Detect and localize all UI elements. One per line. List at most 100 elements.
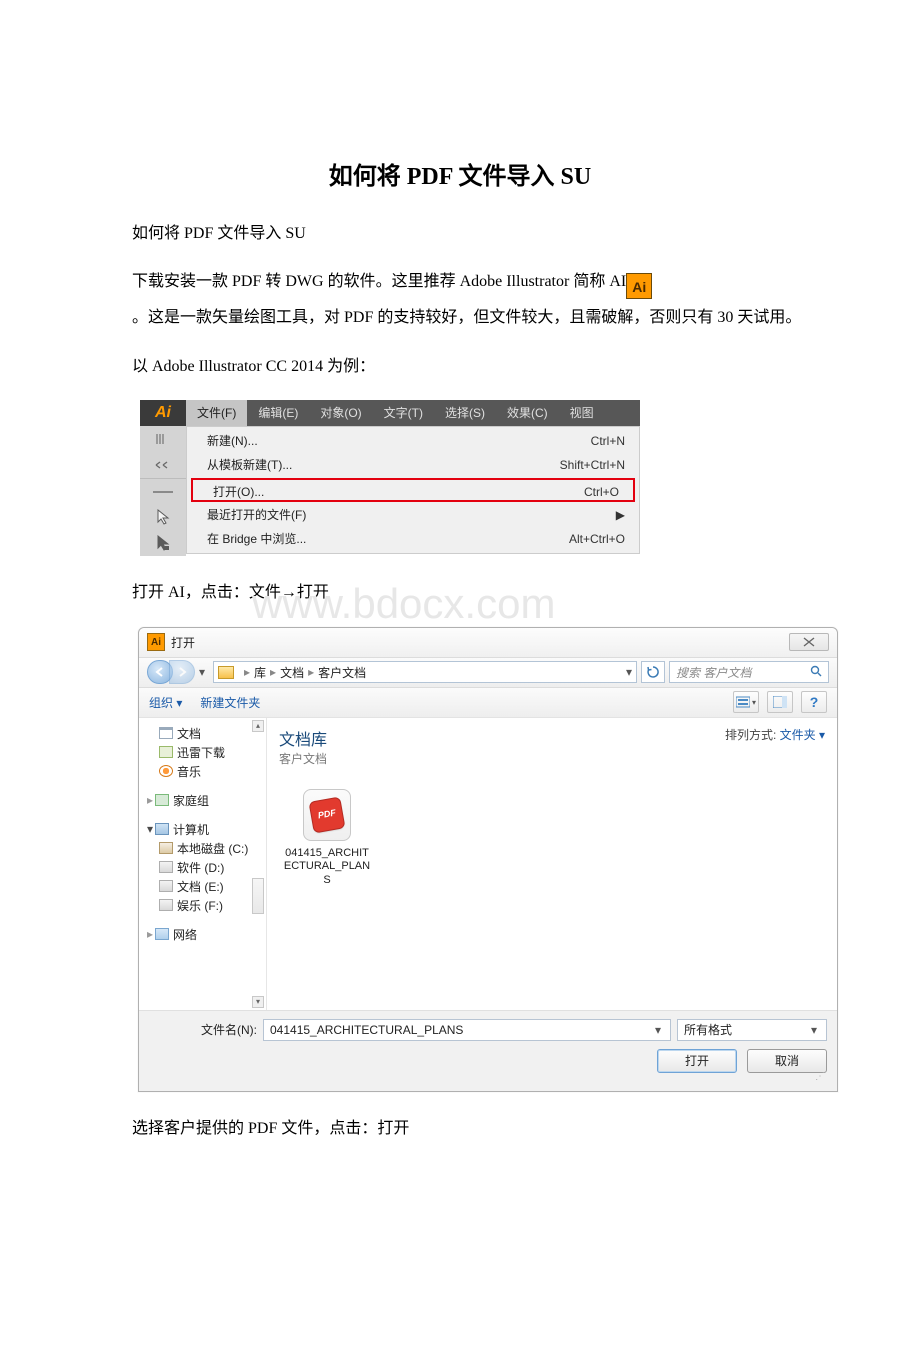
menu-item-new[interactable]: 新建(N)... Ctrl+N: [187, 429, 639, 453]
history-dropdown[interactable]: ▾: [195, 665, 209, 679]
file-name-line: 041415_ARCHIT: [279, 847, 375, 861]
chevron-down-icon: ▾: [752, 698, 756, 707]
menu-item-label: 新建(N)...: [207, 429, 258, 453]
shortcut: Alt+Ctrl+O: [569, 527, 625, 551]
search-input[interactable]: 搜索 客户文档: [669, 661, 829, 683]
close-button[interactable]: [789, 633, 829, 651]
text-run: 下载安装一款 PDF 转 DWG 的软件。这里推荐 Adobe Illustra…: [132, 273, 626, 290]
panel-grip-icon: [140, 426, 186, 452]
help-button[interactable]: ?: [801, 691, 827, 713]
network-icon: [155, 928, 169, 940]
tree-item-music[interactable]: 音乐: [143, 762, 262, 781]
breadcrumb[interactable]: ▸ 库 ▸ 文档 ▸ 客户文档 ▾: [213, 661, 637, 683]
tree-item-documents[interactable]: 文档: [143, 724, 262, 743]
chevron-down-icon: ▾: [147, 822, 153, 836]
library-title: 文档库: [279, 726, 327, 750]
file-item-pdf[interactable]: PDF 041415_ARCHIT ECTURAL_PLAN S: [279, 789, 375, 888]
view-icon: [736, 696, 750, 708]
arrange-value[interactable]: 文件夹 ▾: [780, 728, 825, 742]
menu-select[interactable]: 选择(S): [434, 400, 496, 426]
chevron-down-icon[interactable]: ▾: [626, 665, 632, 679]
tree-item-drive-c[interactable]: 本地磁盘 (C:): [143, 839, 262, 858]
cancel-button[interactable]: 取消: [747, 1049, 827, 1073]
forward-button[interactable]: [169, 660, 195, 684]
scroll-up-icon[interactable]: ▴: [252, 720, 264, 732]
divider: [140, 478, 186, 504]
watermark: www.bdocx.com: [220, 564, 555, 644]
button-label: 取消: [775, 1054, 799, 1068]
menu-item-label: 从模板新建(T)...: [207, 453, 292, 477]
menu-view[interactable]: 视图: [559, 400, 605, 426]
close-icon: [803, 637, 815, 647]
resize-grip-icon[interactable]: ⋰: [149, 1073, 827, 1081]
menu-item-new-template[interactable]: 从模板新建(T)... Shift+Ctrl+N: [187, 453, 639, 477]
paragraph: 选择客户提供的 PDF 文件，点击：打开: [100, 1114, 820, 1144]
crumb-part[interactable]: 库: [254, 664, 266, 681]
tree-item-computer[interactable]: ▾计算机: [143, 820, 262, 839]
library-header: 文档库 客户文档 排列方式: 文件夹 ▾: [279, 726, 825, 767]
menu-type[interactable]: 文字(T): [373, 400, 434, 426]
illustrator-menu-screenshot: Ai 文件(F) 编辑(E) 对象(O) 文字(T) 选择(S) 效果(C) 视…: [140, 400, 640, 556]
paragraph: 。这是一款矢量绘图工具，对 PDF 的支持较好，但文件较大，且需破解，否则只有 …: [100, 303, 820, 333]
paragraph: 打开 AI，点击：文件→打开 www.bdocx.com: [100, 578, 820, 608]
selection-tool-icon[interactable]: [140, 504, 186, 530]
view-mode-button[interactable]: ▾: [733, 691, 759, 713]
file-list-pane[interactable]: 文档库 客户文档 排列方式: 文件夹 ▾ PDF 041415_ARCHIT E…: [267, 718, 837, 1010]
crumb-part[interactable]: 文档: [280, 664, 304, 681]
drive-icon: [159, 899, 173, 911]
pdf-thumbnail: PDF: [303, 789, 351, 841]
filetype-combo[interactable]: 所有格式 ▾: [677, 1019, 827, 1041]
submenu-arrow-icon: ▶: [616, 503, 625, 527]
new-folder-button[interactable]: 新建文件夹: [200, 694, 260, 711]
tree-item-drive-e[interactable]: 文档 (E:): [143, 877, 262, 896]
menu-item-label: 打开(O)...: [213, 480, 264, 500]
tree-item-drive-d[interactable]: 软件 (D:): [143, 858, 262, 877]
chevron-right-icon: ▸: [147, 927, 153, 941]
filetype-value: 所有格式: [684, 1021, 732, 1038]
filename-combo[interactable]: 041415_ARCHITECTURAL_PLANS ▾: [263, 1019, 671, 1041]
paragraph: 下载安装一款 PDF 转 DWG 的软件。这里推荐 Adobe Illustra…: [100, 267, 820, 299]
navigation-pane[interactable]: ▴ ▾ 文档 迅雷下载 音乐 ▸家庭组 ▾计算机 本地磁盘 (C:) 软件 (D…: [139, 718, 267, 1010]
scroll-down-icon[interactable]: ▾: [252, 996, 264, 1008]
chevron-right-icon: ▸: [270, 665, 276, 679]
menu-item-recent[interactable]: 最近打开的文件(F) ▶: [187, 503, 639, 527]
download-icon: [159, 746, 173, 758]
scrollbar-thumb[interactable]: [252, 878, 264, 914]
chevron-down-icon[interactable]: ▾: [650, 1023, 666, 1037]
organize-menu[interactable]: 组织 ▾: [149, 694, 182, 711]
filename-value: 041415_ARCHITECTURAL_PLANS: [270, 1023, 463, 1037]
chevron-down-icon[interactable]: ▾: [806, 1023, 822, 1037]
menu-file[interactable]: 文件(F): [186, 400, 247, 426]
dialog-toolbar: 组织 ▾ 新建文件夹 ▾ ?: [139, 688, 837, 718]
computer-icon: [155, 823, 169, 835]
tree-item-xunlei[interactable]: 迅雷下载: [143, 743, 262, 762]
tree-item-network[interactable]: ▸ 网络: [143, 925, 262, 944]
paragraph: 如何将 PDF 文件导入 SU: [100, 219, 820, 249]
app-logo: Ai: [140, 400, 186, 426]
shortcut: Ctrl+N: [591, 429, 625, 453]
tree-label: 网络: [173, 926, 197, 943]
menu-edit[interactable]: 编辑(E): [247, 400, 309, 426]
shortcut: Shift+Ctrl+N: [560, 453, 625, 477]
menu-item-label: 在 Bridge 中浏览...: [207, 527, 306, 551]
file-name-line: S: [279, 874, 375, 888]
refresh-button[interactable]: [641, 661, 665, 683]
menu-effect[interactable]: 效果(C): [496, 400, 559, 426]
tree-label: 文档 (E:): [177, 878, 224, 895]
pane-icon: [773, 696, 787, 708]
direct-selection-tool-icon[interactable]: [140, 530, 186, 556]
menu-item-bridge[interactable]: 在 Bridge 中浏览... Alt+Ctrl+O: [187, 527, 639, 551]
illustrator-icon: Ai: [147, 633, 165, 651]
menu-object[interactable]: 对象(O): [309, 400, 372, 426]
dialog-footer: 文件名(N): 041415_ARCHITECTURAL_PLANS ▾ 所有格…: [139, 1010, 837, 1091]
arrange-by[interactable]: 排列方式: 文件夹 ▾: [725, 726, 825, 743]
menu-item-open[interactable]: 打开(O)... Ctrl+O: [191, 478, 635, 502]
expand-icon[interactable]: [140, 452, 186, 478]
toolbox: [140, 426, 186, 556]
crumb-part[interactable]: 客户文档: [318, 664, 366, 681]
open-button[interactable]: 打开: [657, 1049, 737, 1073]
preview-pane-button[interactable]: [767, 691, 793, 713]
tree-item-homegroup[interactable]: ▸家庭组: [143, 791, 262, 810]
tree-item-drive-f[interactable]: 娱乐 (F:): [143, 896, 262, 915]
file-menu-dropdown: 新建(N)... Ctrl+N 从模板新建(T)... Shift+Ctrl+N…: [186, 426, 640, 554]
